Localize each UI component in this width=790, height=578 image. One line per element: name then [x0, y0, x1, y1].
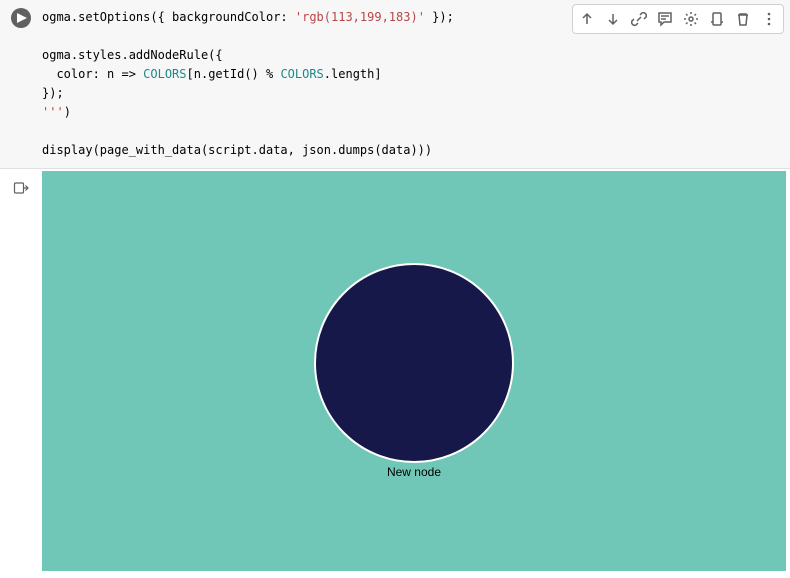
visualization-output[interactable]: New node [42, 171, 786, 571]
more-vertical-icon [761, 11, 777, 27]
move-down-button[interactable] [601, 7, 625, 31]
output-icon [13, 180, 29, 196]
cell-toolbar [572, 4, 784, 34]
comment-button[interactable] [653, 7, 677, 31]
node-label: New node [387, 465, 441, 479]
link-icon [631, 11, 647, 27]
arrow-down-icon [605, 11, 621, 27]
device-icon [709, 11, 725, 27]
code-cell: ogma.setOptions({ backgroundColor: 'rgb(… [0, 0, 790, 169]
gear-icon [683, 11, 699, 27]
cell-gutter [0, 0, 42, 168]
output-cell: New node [0, 169, 790, 575]
arrow-up-icon [579, 11, 595, 27]
delete-button[interactable] [731, 7, 755, 31]
settings-button[interactable] [679, 7, 703, 31]
graph-node[interactable] [314, 263, 514, 463]
comment-icon [657, 11, 673, 27]
play-icon [17, 13, 27, 23]
output-indicator[interactable] [12, 179, 30, 197]
trash-icon [735, 11, 751, 27]
move-up-button[interactable] [575, 7, 599, 31]
link-button[interactable] [627, 7, 651, 31]
run-button[interactable] [11, 8, 31, 28]
mirror-button[interactable] [705, 7, 729, 31]
more-button[interactable] [757, 7, 781, 31]
output-gutter [0, 169, 42, 575]
